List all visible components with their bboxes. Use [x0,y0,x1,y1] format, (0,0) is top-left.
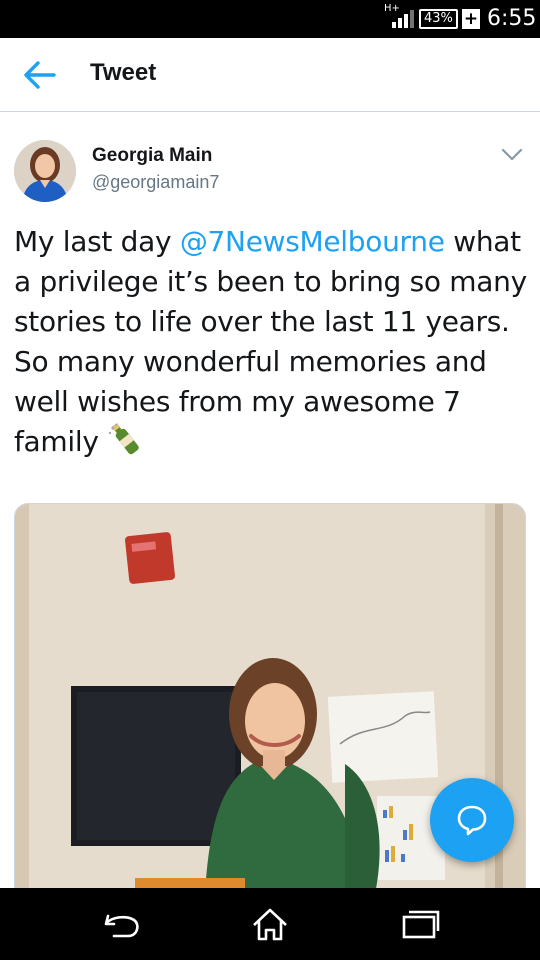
more-options-button[interactable] [500,146,524,164]
reply-fab[interactable] [430,778,514,862]
system-nav-bar [0,888,540,960]
champagne-bottle-icon [107,422,145,457]
recents-icon [402,910,440,939]
reply-bubble-icon [457,805,487,836]
author-name[interactable]: Georgia Main [92,145,212,167]
signal-icon [388,10,414,28]
charging-icon: + [462,9,480,29]
chevron-down-icon [501,148,523,161]
back-button[interactable] [22,58,58,92]
mention-link[interactable]: @7NewsMelbourne [180,225,445,258]
nav-home-button[interactable] [240,902,300,946]
nav-back-button[interactable] [92,902,152,946]
tweet-text-part: what a privilege it’s been to bring so m… [14,225,527,458]
fire-alarm-icon [125,532,175,584]
author-handle[interactable]: @georgiamain7 [92,172,219,193]
back-icon [104,914,139,938]
tweet-text: My last day @7NewsMelbourne what a privi… [14,222,529,462]
home-icon [253,908,287,941]
battery-indicator: 43% [419,9,458,29]
clock: 6:55 [487,6,537,31]
page-title: Tweet [90,59,157,86]
arrow-left-icon [24,61,56,89]
app-header: Tweet [0,38,540,112]
status-bar: H+ 43% + 6:55 [0,0,540,38]
avatar[interactable] [14,140,76,202]
tweet-text-part: My last day [14,225,180,258]
nav-recents-button[interactable] [388,902,448,946]
